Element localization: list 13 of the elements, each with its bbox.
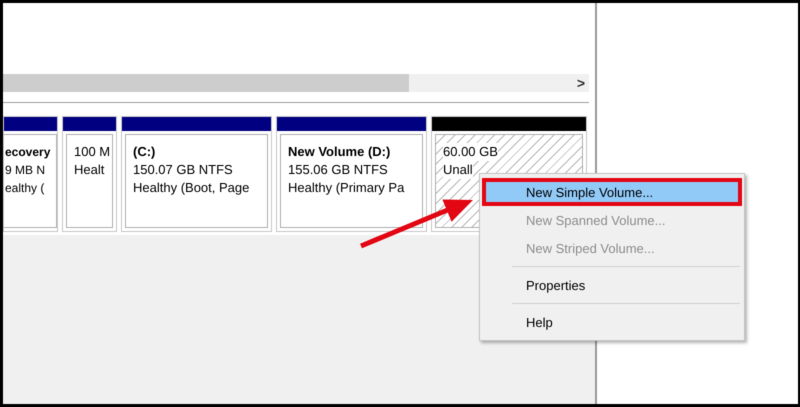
partition-label: Healt <box>74 161 104 179</box>
partition-label: Healthy (Primary Pa <box>288 179 404 197</box>
partition-label: ealthy ( <box>5 180 44 197</box>
partition-label: Healthy (Boot, Page <box>133 179 250 197</box>
partition-label: New Volume (D:) <box>288 143 390 161</box>
partition-label: 150.07 GB NTFS <box>133 161 233 179</box>
partition-label: 100 M <box>74 143 110 161</box>
partition-label: 155.06 GB NTFS <box>288 161 388 179</box>
partition-label: Unall <box>443 161 473 179</box>
partition-label: (C:) <box>133 143 156 161</box>
partition-label: ecovery <box>5 144 50 161</box>
partition-label: 60.00 GB <box>443 143 498 161</box>
partition-label: 9 MB N <box>5 162 46 179</box>
